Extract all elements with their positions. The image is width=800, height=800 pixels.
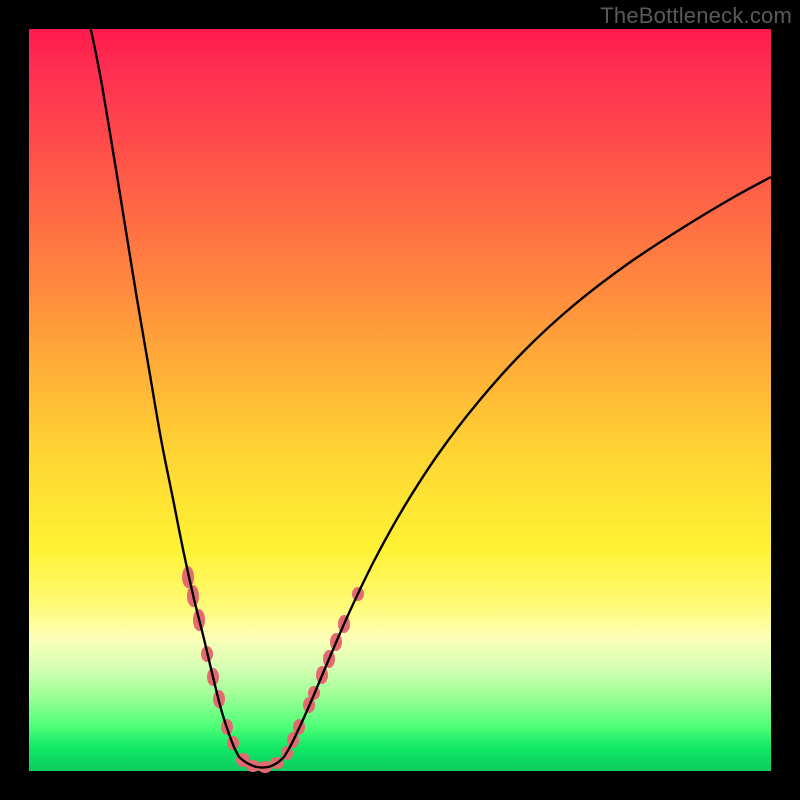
- curve-right-branch: [284, 177, 771, 757]
- watermark-text: TheBottleneck.com: [600, 3, 792, 29]
- outer-frame: TheBottleneck.com: [0, 0, 800, 800]
- bottleneck-plot: [29, 29, 771, 771]
- markers-group: [182, 566, 364, 773]
- curves-group: [89, 21, 771, 768]
- curve-left-branch: [89, 21, 239, 757]
